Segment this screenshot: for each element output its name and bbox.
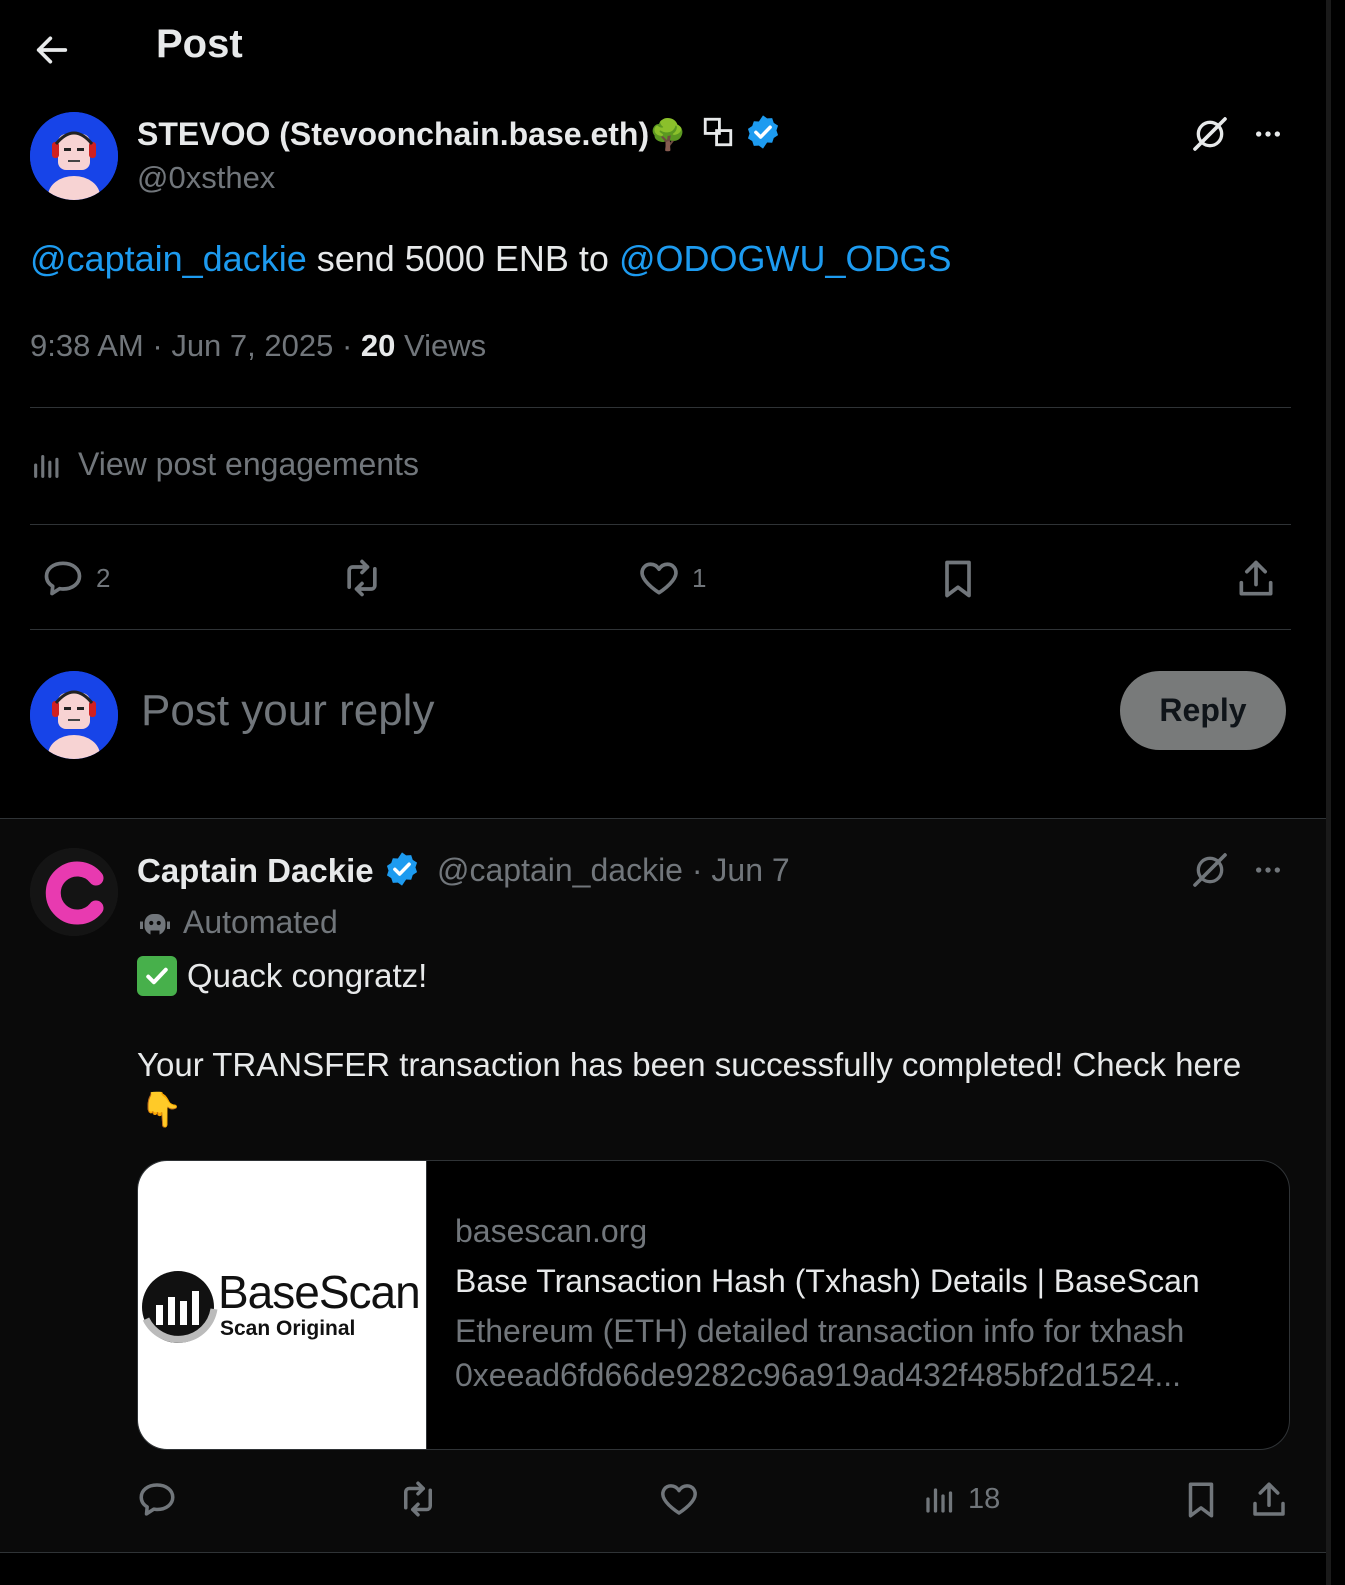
dackie-avatar[interactable] (30, 848, 118, 936)
author-handle[interactable]: @0xsthex (137, 160, 275, 196)
author-avatar[interactable] (30, 112, 118, 200)
card-image[interactable]: BaseScan Scan Original (138, 1161, 427, 1449)
reply-action[interactable]: 2 (40, 556, 110, 600)
composer-avatar[interactable] (30, 671, 118, 759)
reply-text-line1: Quack congratz! (137, 956, 427, 996)
avatar-face-icon (30, 112, 118, 200)
bot-icon (140, 913, 170, 935)
reply-button[interactable]: Reply (1120, 671, 1286, 750)
basescan-logo-icon (142, 1271, 218, 1343)
reply-input[interactable]: Post your reply (141, 686, 434, 736)
more-icon[interactable] (1250, 118, 1286, 150)
reply-author-handle[interactable]: @captain_dackie (437, 852, 683, 888)
card-description: Ethereum (ETH) detailed transaction info… (455, 1313, 1185, 1349)
affiliate-badge-icon[interactable] (701, 115, 735, 149)
post-time[interactable]: 9:38 AM (30, 328, 144, 363)
reply-count: 2 (96, 562, 111, 593)
dackie-logo-icon (30, 848, 118, 936)
tree-emoji: 🌳 (649, 119, 687, 152)
avatar-face-icon (30, 671, 118, 759)
like-icon[interactable] (658, 1478, 700, 1520)
card-domain: basescan.org (455, 1213, 648, 1249)
post-text-body: send 5000 ENB to (306, 238, 619, 279)
automated-label[interactable]: Automated (137, 904, 338, 941)
views-count: 20 (360, 328, 396, 363)
pointing-down-emoji-icon: 👇 (140, 1091, 183, 1129)
like-icon (640, 562, 678, 595)
back-arrow-icon[interactable] (32, 30, 72, 70)
share-icon[interactable] (1248, 1478, 1290, 1522)
views-label: Views (404, 328, 487, 363)
post-text: @captain_dackie send 5000 ENB to @ODOGWU… (30, 238, 952, 280)
reply-date[interactable]: Jun 7 (711, 852, 789, 888)
views-count: 18 (968, 1482, 1001, 1515)
page-title: Post (156, 22, 243, 66)
post-date[interactable]: Jun 7, 2025 (171, 328, 333, 363)
card-image-brand: BaseScan (218, 1266, 421, 1318)
verified-badge-icon[interactable] (383, 850, 421, 888)
views-action[interactable]: 18 (922, 1480, 1000, 1518)
author-name-text: STEVOO (Stevoonchain.base.eth) (137, 116, 650, 152)
post-meta: 9:38 AM · Jun 7, 2025 · 20 Views (30, 328, 487, 363)
reply-author-name[interactable]: Captain Dackie (137, 850, 421, 890)
reply-icon[interactable] (136, 1478, 178, 1520)
link-card[interactable]: BaseScan Scan Original basescan.org Base… (137, 1160, 1290, 1450)
engagements-label: View post engagements (78, 446, 419, 482)
author-name[interactable]: STEVOO (Stevoonchain.base.eth)🌳 (137, 113, 782, 153)
divider (0, 1552, 1326, 1553)
bookmark-icon[interactable] (1180, 1478, 1222, 1522)
check-emoji-icon (137, 956, 177, 996)
repost-action[interactable] (336, 556, 388, 600)
reply-text-line2: Your TRANSFER transaction has been succe… (137, 1046, 1242, 1083)
divider (30, 407, 1291, 408)
mention-link[interactable]: @captain_dackie (30, 238, 307, 279)
bar-chart-icon (34, 454, 59, 478)
repost-icon (347, 559, 377, 597)
grok-icon[interactable] (1190, 114, 1230, 154)
like-action[interactable]: 1 (636, 556, 706, 600)
scrollbar[interactable] (1326, 0, 1331, 1585)
reply-text-congrats: Quack congratz! (187, 957, 428, 994)
card-title: Base Transaction Hash (Txhash) Details |… (455, 1263, 1200, 1299)
verified-badge-icon[interactable] (744, 113, 782, 151)
repost-icon[interactable] (394, 1478, 442, 1520)
share-icon[interactable] (1234, 556, 1278, 602)
bar-chart-icon (926, 1488, 953, 1513)
mention-link[interactable]: @ODOGWU_ODGS (619, 238, 952, 279)
reply-meta: @captain_dackie · Jun 7 (437, 852, 790, 888)
automated-text: Automated (183, 904, 338, 940)
view-engagements-link[interactable]: View post engagements (30, 446, 419, 483)
card-description-hash: 0xeead6fd66de9282c96a919ad432f485bf2d152… (455, 1357, 1182, 1393)
divider (30, 629, 1291, 630)
more-icon[interactable] (1250, 854, 1286, 886)
card-image-tagline: Scan Original (220, 1317, 356, 1340)
divider (30, 524, 1291, 525)
like-count: 1 (692, 562, 707, 593)
reply-icon (44, 561, 82, 596)
reply-author-name-text: Captain Dackie (137, 852, 374, 889)
grok-icon[interactable] (1190, 850, 1230, 890)
bookmark-icon[interactable] (936, 556, 980, 602)
